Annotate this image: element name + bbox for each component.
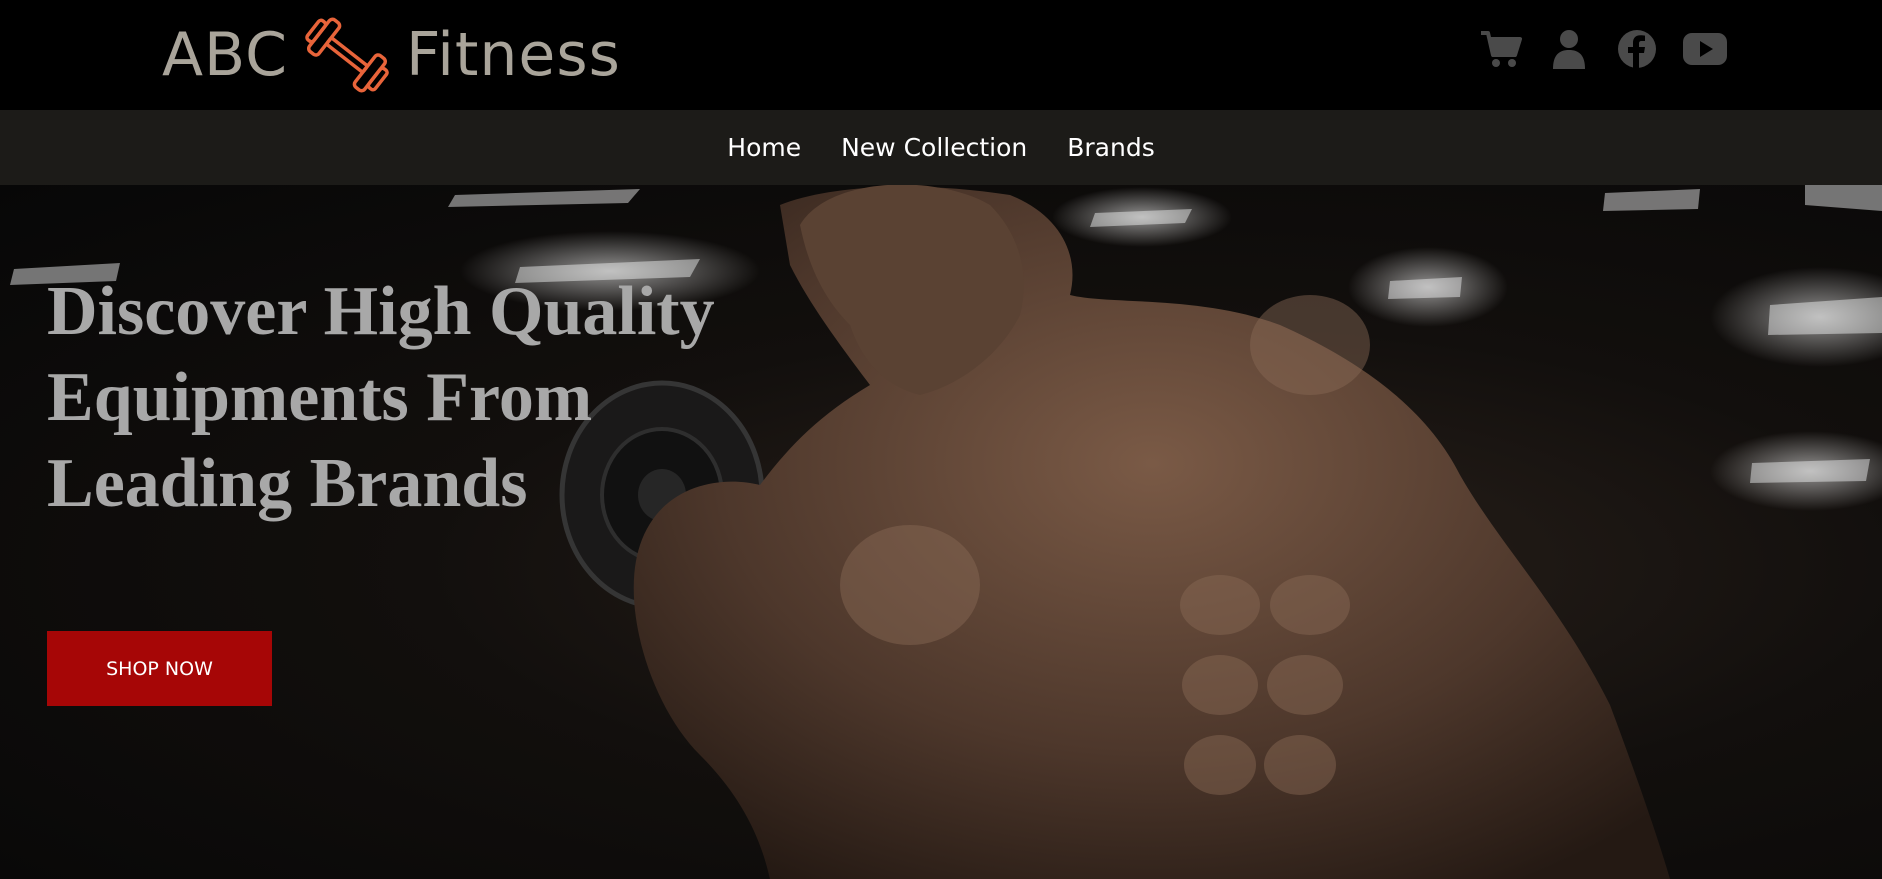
nav-item-brands[interactable]: Brands: [1067, 133, 1155, 162]
brand-name-left: ABC: [162, 20, 289, 90]
youtube-icon[interactable]: [1682, 26, 1728, 72]
hero-title: Discover High Quality Equipments From Le…: [47, 273, 715, 522]
site-logo[interactable]: ABC Fitness: [162, 10, 621, 100]
brand-name-right: Fitness: [406, 20, 621, 90]
header-icons: [1478, 26, 1728, 72]
nav-item-new-collection[interactable]: New Collection: [841, 133, 1027, 162]
shop-now-button[interactable]: SHOP NOW: [47, 631, 272, 706]
main-nav: Home New Collection Brands: [0, 110, 1882, 185]
nav-item-home[interactable]: Home: [727, 133, 801, 162]
hero-section: Discover High Quality Equipments From Le…: [0, 185, 1882, 879]
facebook-icon[interactable]: [1614, 26, 1660, 72]
cart-icon[interactable]: [1478, 26, 1524, 72]
nav-items: Home New Collection Brands: [0, 110, 1882, 185]
user-icon[interactable]: [1546, 26, 1592, 72]
dumbbell-icon: [305, 17, 389, 93]
top-header: ABC Fitness: [0, 0, 1882, 110]
